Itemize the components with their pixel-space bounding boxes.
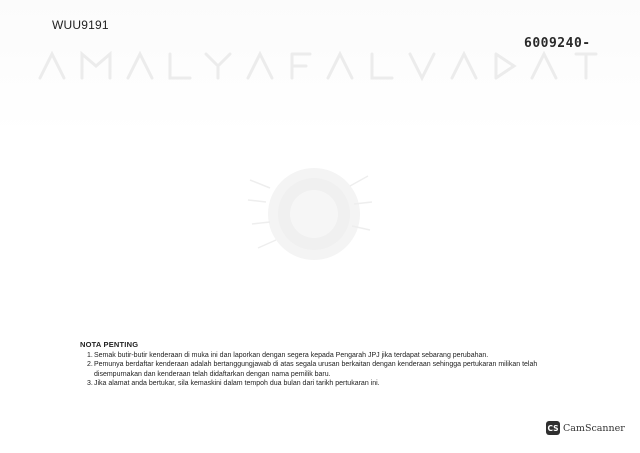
camscanner-watermark: CS CamScanner (546, 421, 625, 435)
list-item: 3.Jika alamat anda bertukar, sila kemask… (87, 379, 580, 389)
list-item-number: 1. (87, 351, 93, 359)
notes-list: 1.Semak butir-butir kenderaan di muka in… (80, 351, 580, 389)
important-notes: NOTA PENTING 1.Semak butir-butir kendera… (80, 340, 580, 389)
faded-seal-icon (247, 168, 373, 260)
document-page: WUU9191 6009240- NOTA PENTING 1.Semak bu… (0, 0, 640, 453)
list-item: 1.Semak butir-butir kenderaan di muka in… (87, 351, 580, 361)
list-item-continuation: disempurnakan dan kenderaan telah didaft… (94, 370, 331, 378)
list-item-text: Pemunya berdaftar kenderaan adalah berta… (94, 361, 538, 368)
list-item-number: 3. (87, 380, 93, 387)
notes-title: NOTA PENTING (80, 340, 139, 349)
faded-security-print (38, 50, 598, 82)
camscanner-label: CamScanner (563, 422, 625, 434)
list-item: 2.Pemunya berdaftar kenderaan adalah ber… (87, 360, 580, 379)
list-item-number: 2. (87, 361, 93, 368)
list-item-text: Jika alamat anda bertukar, sila kemaskin… (94, 380, 380, 387)
plate-number: WUU9191 (52, 18, 109, 32)
camscanner-logo-icon: CS (546, 421, 560, 435)
list-item-text: Semak butir-butir kenderaan di muka ini … (94, 351, 489, 359)
